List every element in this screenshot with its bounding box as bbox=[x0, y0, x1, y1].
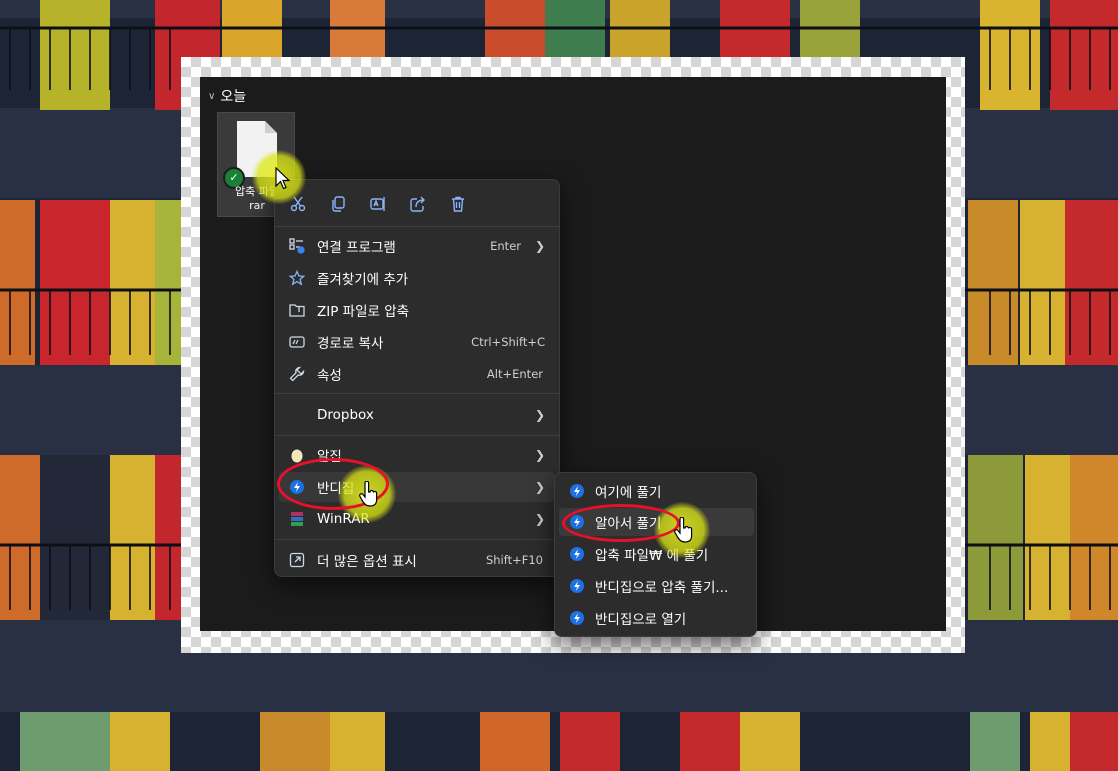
menu-item-shortcut: Ctrl+Shift+C bbox=[471, 335, 545, 349]
bandizip-icon bbox=[559, 611, 595, 625]
menu-item-shortcut: Enter bbox=[490, 239, 521, 253]
delete-icon[interactable] bbox=[444, 190, 472, 218]
chevron-right-icon: ❯ bbox=[534, 408, 546, 422]
submenu-item-label: 여기에 풀기 bbox=[595, 485, 662, 501]
menu-item-label: 더 많은 옵션 표시 bbox=[317, 554, 417, 570]
copy-icon[interactable] bbox=[324, 190, 352, 218]
menu-item-label: Dropbox bbox=[317, 407, 374, 423]
quick-action-bar bbox=[275, 190, 559, 218]
arrow-cursor-icon bbox=[275, 167, 291, 190]
menu-item-label: 속성 bbox=[317, 368, 342, 384]
submenu-item-label: 반디집으로 열기 bbox=[595, 612, 687, 628]
hand-cursor-icon bbox=[359, 481, 378, 507]
menu-item-shortcut: Alt+Enter bbox=[486, 367, 543, 381]
menu-item-label: 즐겨찾기에 추가 bbox=[317, 272, 409, 288]
menu-item-compress-zip[interactable]: ZIP 파일로 압축 bbox=[279, 295, 555, 325]
bandizip-icon bbox=[559, 547, 595, 561]
zip-folder-icon bbox=[279, 302, 315, 318]
submenu-item-label: 반디집으로 압축 풀기... bbox=[595, 580, 729, 596]
highlight-oval-smart-extract bbox=[562, 504, 680, 542]
menu-separator bbox=[275, 226, 559, 227]
menu-item-add-favorites[interactable]: 즐겨찾기에 추가 bbox=[279, 263, 555, 293]
star-icon bbox=[279, 270, 315, 286]
wrench-icon bbox=[279, 366, 315, 382]
chevron-right-icon: ❯ bbox=[534, 448, 546, 462]
menu-item-label: ZIP 파일로 압축 bbox=[317, 304, 410, 320]
copy-path-icon bbox=[279, 334, 315, 350]
chevron-right-icon: ❯ bbox=[534, 480, 546, 494]
rename-icon[interactable] bbox=[364, 190, 392, 218]
context-menu: 연결 프로그램 Enter ❯ 즐겨찾기에 추가 ZIP 파일로 압축 경로로 … bbox=[274, 179, 560, 577]
hand-cursor-icon bbox=[674, 517, 693, 543]
menu-item-open-with[interactable]: 연결 프로그램 Enter ❯ bbox=[279, 231, 555, 261]
submenu-item-open-with-bandizip[interactable]: 반디집으로 열기 bbox=[559, 604, 754, 632]
submenu-item-extract-to-folder[interactable]: 압축 파일₩ 에 풀기 bbox=[559, 540, 754, 568]
menu-item-shortcut: Shift+F10 bbox=[485, 553, 543, 567]
bandizip-icon bbox=[559, 484, 595, 498]
menu-separator bbox=[275, 393, 559, 394]
chevron-down-icon: ∨ bbox=[208, 90, 216, 102]
menu-item-label: 경로로 복사 bbox=[317, 336, 384, 352]
menu-item-label: 연결 프로그램 bbox=[317, 240, 396, 256]
group-header-today[interactable]: ∨ 오늘 bbox=[208, 86, 246, 106]
menu-item-dropbox[interactable]: Dropbox ❯ bbox=[279, 400, 555, 430]
open-with-icon bbox=[279, 238, 315, 254]
group-header-label: 오늘 bbox=[220, 89, 247, 105]
menu-item-copy-path[interactable]: 경로로 복사 Ctrl+Shift+C bbox=[279, 327, 555, 357]
winrar-icon bbox=[279, 511, 315, 527]
submenu-item-extract-with-bandizip[interactable]: 반디집으로 압축 풀기... bbox=[559, 572, 754, 600]
menu-separator bbox=[275, 539, 559, 540]
submenu-item-extract-here[interactable]: 여기에 풀기 bbox=[559, 477, 754, 505]
bandizip-submenu: 여기에 풀기 알아서 풀기 압축 파일₩ 에 풀기 반디집으로 압축 풀기...… bbox=[554, 472, 757, 637]
chevron-right-icon: ❯ bbox=[534, 239, 546, 253]
share-icon[interactable] bbox=[404, 190, 432, 218]
more-options-icon bbox=[279, 552, 315, 568]
chevron-right-icon: ❯ bbox=[534, 512, 546, 526]
menu-separator bbox=[275, 435, 559, 436]
menu-item-more-options[interactable]: 더 많은 옵션 표시 Shift+F10 bbox=[279, 545, 555, 575]
bandizip-icon bbox=[559, 579, 595, 593]
menu-item-properties[interactable]: 속성 Alt+Enter bbox=[279, 359, 555, 389]
